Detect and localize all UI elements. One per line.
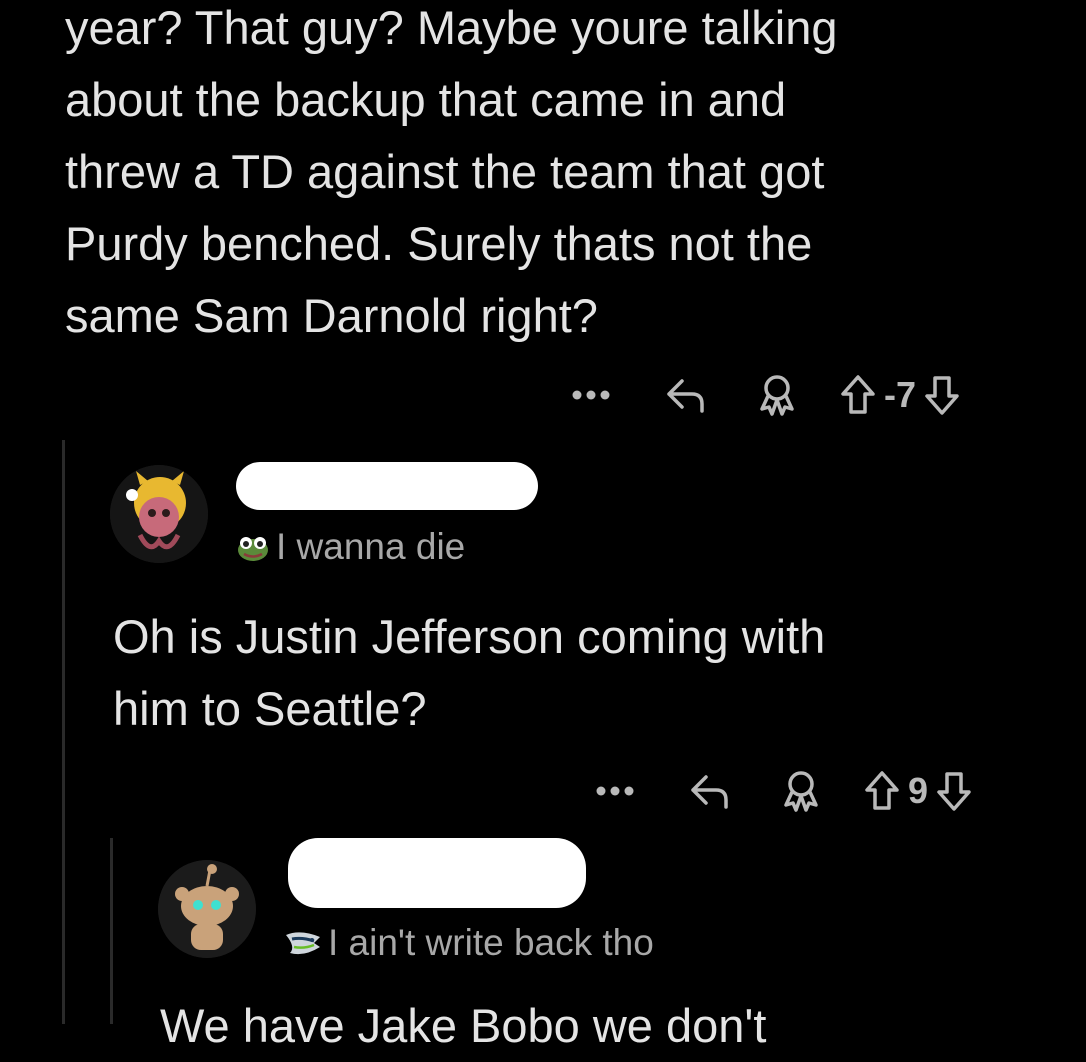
upvote-icon[interactable] bbox=[840, 374, 876, 416]
thread-line-level-1[interactable] bbox=[62, 440, 65, 1024]
award-icon[interactable] bbox=[780, 769, 822, 813]
username-redaction bbox=[236, 462, 538, 510]
reply-1-flair-text: I wanna die bbox=[276, 526, 466, 567]
reply-2-flair-text: I ain't write back tho bbox=[328, 922, 654, 963]
award-icon[interactable] bbox=[756, 373, 798, 417]
avatar[interactable] bbox=[110, 465, 208, 563]
reply-1-actions: 9 bbox=[590, 766, 972, 816]
frog-emoji-icon bbox=[236, 532, 270, 562]
reply-icon[interactable] bbox=[664, 375, 708, 415]
more-options-icon[interactable] bbox=[566, 389, 616, 401]
reply-icon[interactable] bbox=[688, 771, 732, 811]
parent-comment-score: -7 bbox=[884, 374, 917, 415]
reply-2-flair: I ain't write back tho bbox=[284, 922, 654, 964]
reply-1-flair: I wanna die bbox=[236, 526, 465, 568]
reply-1-score: 9 bbox=[908, 770, 929, 811]
more-options-icon[interactable] bbox=[590, 785, 640, 797]
reply-1-body: Oh is Justin Jefferson coming with him t… bbox=[113, 610, 826, 735]
thread-line-level-2[interactable] bbox=[110, 838, 113, 1024]
parent-comment-body: year? That guy? Maybe youre talking abou… bbox=[65, 1, 838, 342]
parent-comment-actions: -7 bbox=[566, 370, 960, 420]
downvote-icon[interactable] bbox=[924, 374, 960, 416]
reply-2-body: We have Jake Bobo we don't bbox=[160, 999, 767, 1052]
downvote-icon[interactable] bbox=[936, 770, 972, 812]
avatar[interactable] bbox=[158, 860, 256, 958]
seahawks-logo-icon bbox=[284, 927, 322, 959]
upvote-icon[interactable] bbox=[864, 770, 900, 812]
username-redaction bbox=[288, 838, 586, 908]
